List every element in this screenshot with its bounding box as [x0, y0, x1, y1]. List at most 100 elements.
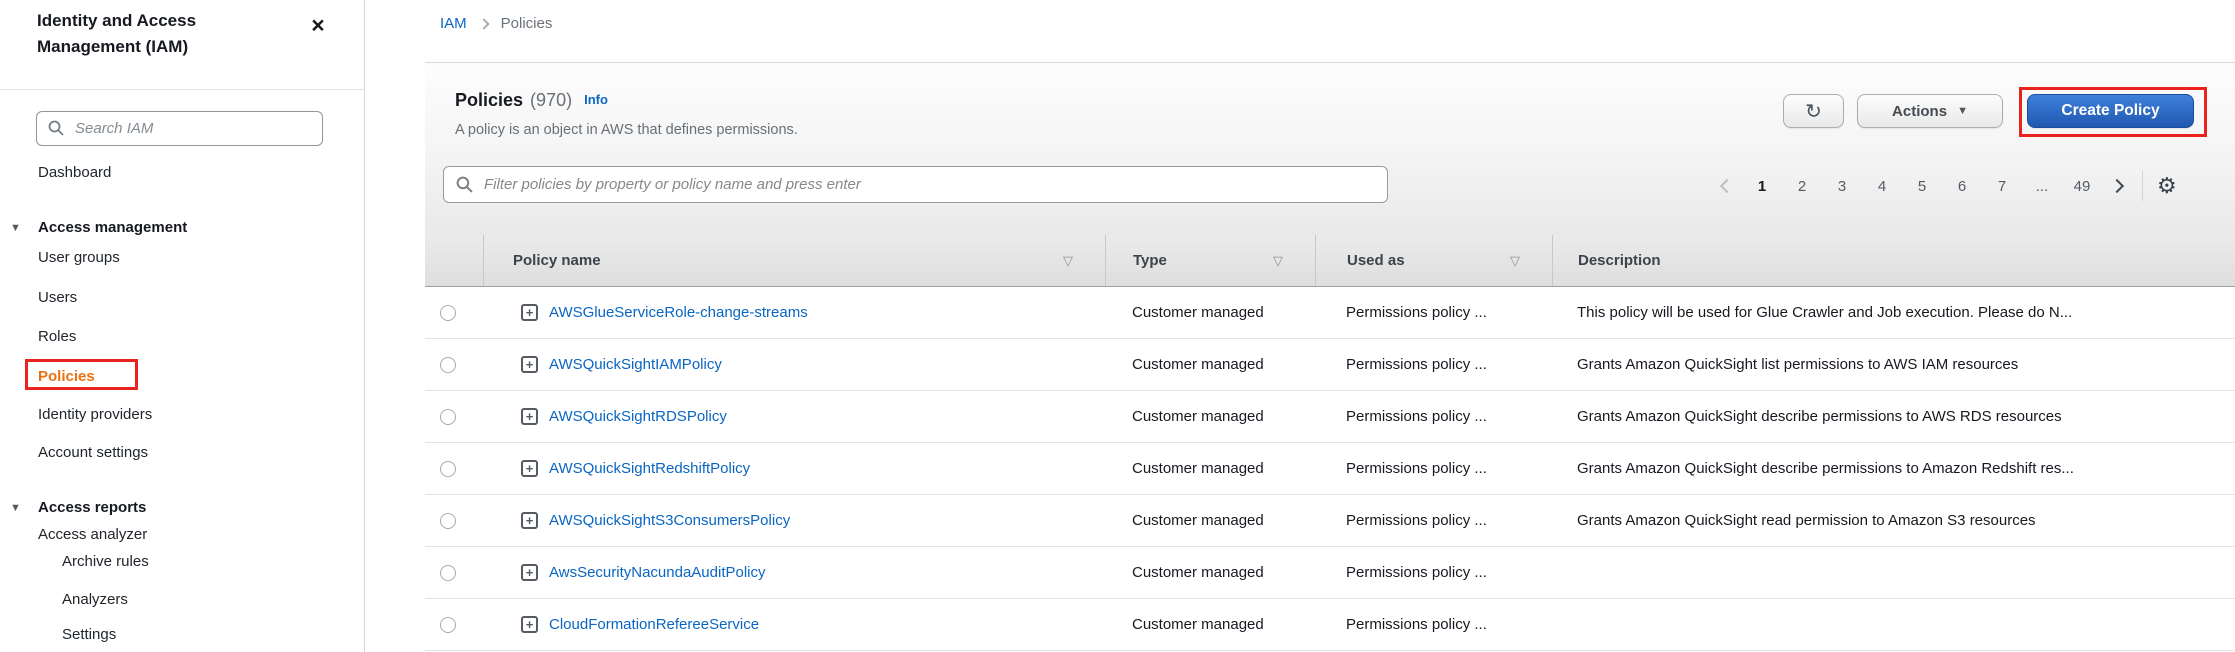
sidebar-item-dashboard[interactable]: Dashboard — [38, 163, 111, 183]
table-row: + CloudFormationRefereeService Customer … — [425, 599, 2235, 651]
expand-toggle-icon[interactable]: + — [521, 512, 538, 529]
policy-used-as: Permissions policy ... — [1315, 304, 1552, 321]
expand-toggle-icon[interactable]: + — [521, 564, 538, 581]
page-number-4[interactable]: 4 — [1869, 178, 1895, 195]
actions-button-label: Actions — [1892, 103, 1947, 120]
table-row: + AWSQuickSightS3ConsumersPolicy Custome… — [425, 495, 2235, 547]
policy-description: Grants Amazon QuickSight read permission… — [1552, 512, 2235, 529]
filter-policies-input[interactable] — [443, 166, 1388, 203]
panel-header-background — [425, 63, 2235, 235]
table-row: + AwsSecurityNacundaAuditPolicy Customer… — [425, 547, 2235, 599]
sidebar-item-analyzers[interactable]: Analyzers — [62, 590, 128, 610]
page-ellipsis: ... — [2029, 178, 2055, 195]
info-link[interactable]: Info — [584, 92, 608, 107]
expand-toggle-icon[interactable]: + — [521, 304, 538, 321]
policy-used-as: Permissions policy ... — [1315, 564, 1552, 581]
column-header-policy-name[interactable]: Policy name ▽ — [483, 235, 1105, 286]
sidebar-section-label: Access management — [38, 219, 187, 236]
policy-used-as: Permissions policy ... — [1315, 408, 1552, 425]
page-title: Policies (970) Info — [455, 90, 608, 111]
policy-name-link[interactable]: CloudFormationRefereeService — [549, 616, 759, 633]
policy-name-link[interactable]: AWSQuickSightRDSPolicy — [549, 408, 727, 425]
expand-toggle-icon[interactable]: + — [521, 408, 538, 425]
policy-used-as: Permissions policy ... — [1315, 460, 1552, 477]
policy-used-as: Permissions policy ... — [1315, 356, 1552, 373]
dropdown-caret-icon: ▼ — [1957, 105, 1968, 117]
policy-type: Customer managed — [1105, 512, 1315, 529]
search-input[interactable] — [36, 111, 323, 146]
table-header-row: Policy name ▽ Type ▽ Used as ▽ Descripti… — [425, 235, 2235, 287]
chevron-right-icon — [2110, 179, 2124, 193]
sidebar-title: Identity and Access Management (IAM) — [37, 8, 287, 60]
policy-description: Grants Amazon QuickSight list permission… — [1552, 356, 2235, 373]
sidebar-item-settings[interactable]: Settings — [62, 625, 116, 645]
page-number-6[interactable]: 6 — [1949, 178, 1975, 195]
sidebar-item-access-analyzer[interactable]: Access analyzer — [38, 525, 147, 545]
sidebar-item-user-groups[interactable]: User groups — [38, 248, 120, 268]
sidebar-section-access-reports[interactable]: ▼ Access reports — [38, 498, 146, 518]
expand-toggle-icon[interactable]: + — [521, 356, 538, 373]
chevron-left-icon — [1720, 179, 1734, 193]
row-radio[interactable] — [440, 357, 456, 373]
page-number-1[interactable]: 1 — [1749, 178, 1775, 195]
table-row: + AWSGlueServiceRole-change-streams Cust… — [425, 287, 2235, 339]
policy-name-link[interactable]: AWSQuickSightRedshiftPolicy — [549, 460, 750, 477]
page-number-7[interactable]: 7 — [1989, 178, 2015, 195]
page-number-49[interactable]: 49 — [2069, 178, 2095, 195]
sidebar-section-label: Access reports — [38, 499, 146, 516]
actions-button[interactable]: Actions ▼ — [1857, 94, 2003, 128]
sort-icon: ▽ — [1510, 253, 1520, 269]
page-number-3[interactable]: 3 — [1829, 178, 1855, 195]
breadcrumb-iam-link[interactable]: IAM — [440, 15, 467, 32]
sidebar-item-users[interactable]: Users — [38, 288, 77, 308]
policy-type: Customer managed — [1105, 408, 1315, 425]
sidebar-item-account-settings[interactable]: Account settings — [38, 443, 148, 463]
filter-search-icon — [456, 176, 473, 193]
policy-type: Customer managed — [1105, 616, 1315, 633]
sort-icon: ▽ — [1273, 253, 1283, 269]
select-column-header — [425, 235, 483, 286]
policy-name-link[interactable]: AWSQuickSightIAMPolicy — [549, 356, 722, 373]
column-header-type[interactable]: Type ▽ — [1105, 235, 1315, 286]
page-number-5[interactable]: 5 — [1909, 178, 1935, 195]
expand-toggle-icon[interactable]: + — [521, 460, 538, 477]
pagination: 1 2 3 4 5 6 7 ... 49 ⚙ — [1712, 170, 2177, 202]
row-radio[interactable] — [440, 617, 456, 633]
page-number-2[interactable]: 2 — [1789, 178, 1815, 195]
table-row: + AWSQuickSightIAMPolicy Customer manage… — [425, 339, 2235, 391]
column-label: Policy name — [513, 252, 601, 269]
row-radio[interactable] — [440, 461, 456, 477]
sidebar-item-archive-rules[interactable]: Archive rules — [62, 552, 149, 572]
sidebar-item-identity-providers[interactable]: Identity providers — [38, 405, 152, 425]
pagination-divider — [2142, 171, 2143, 201]
page-title-text: Policies — [455, 90, 523, 111]
row-radio[interactable] — [440, 409, 456, 425]
previous-page-button[interactable] — [1712, 171, 1742, 201]
breadcrumb-current: Policies — [501, 15, 553, 32]
gear-icon[interactable]: ⚙ — [2157, 171, 2177, 201]
row-radio[interactable] — [440, 513, 456, 529]
column-header-description: Description — [1552, 235, 2235, 286]
sidebar-item-roles[interactable]: Roles — [38, 327, 76, 347]
table-row: + AWSQuickSightRDSPolicy Customer manage… — [425, 391, 2235, 443]
policy-name-link[interactable]: AWSGlueServiceRole-change-streams — [549, 304, 808, 321]
refresh-button[interactable]: ↻ — [1783, 94, 1844, 128]
row-radio[interactable] — [440, 305, 456, 321]
expand-toggle-icon[interactable]: + — [521, 616, 538, 633]
policy-type: Customer managed — [1105, 564, 1315, 581]
chevron-down-icon: ▼ — [10, 498, 21, 518]
policy-type: Customer managed — [1105, 356, 1315, 373]
row-radio[interactable] — [440, 565, 456, 581]
policy-name-link[interactable]: AwsSecurityNacundaAuditPolicy — [549, 564, 766, 581]
sidebar-item-policies[interactable]: Policies — [38, 367, 95, 387]
policy-name-link[interactable]: AWSQuickSightS3ConsumersPolicy — [549, 512, 790, 529]
sidebar-title-line1: Identity and Access — [37, 11, 196, 30]
close-icon[interactable]: × — [303, 10, 333, 40]
policy-type: Customer managed — [1105, 460, 1315, 477]
column-header-used-as[interactable]: Used as ▽ — [1315, 235, 1552, 286]
sidebar-divider — [0, 89, 365, 90]
sidebar-section-access-management[interactable]: ▼ Access management — [38, 218, 187, 238]
create-policy-button[interactable]: Create Policy — [2027, 94, 2194, 128]
next-page-button[interactable] — [2102, 171, 2132, 201]
policies-table: Policy name ▽ Type ▽ Used as ▽ Descripti… — [425, 235, 2235, 652]
